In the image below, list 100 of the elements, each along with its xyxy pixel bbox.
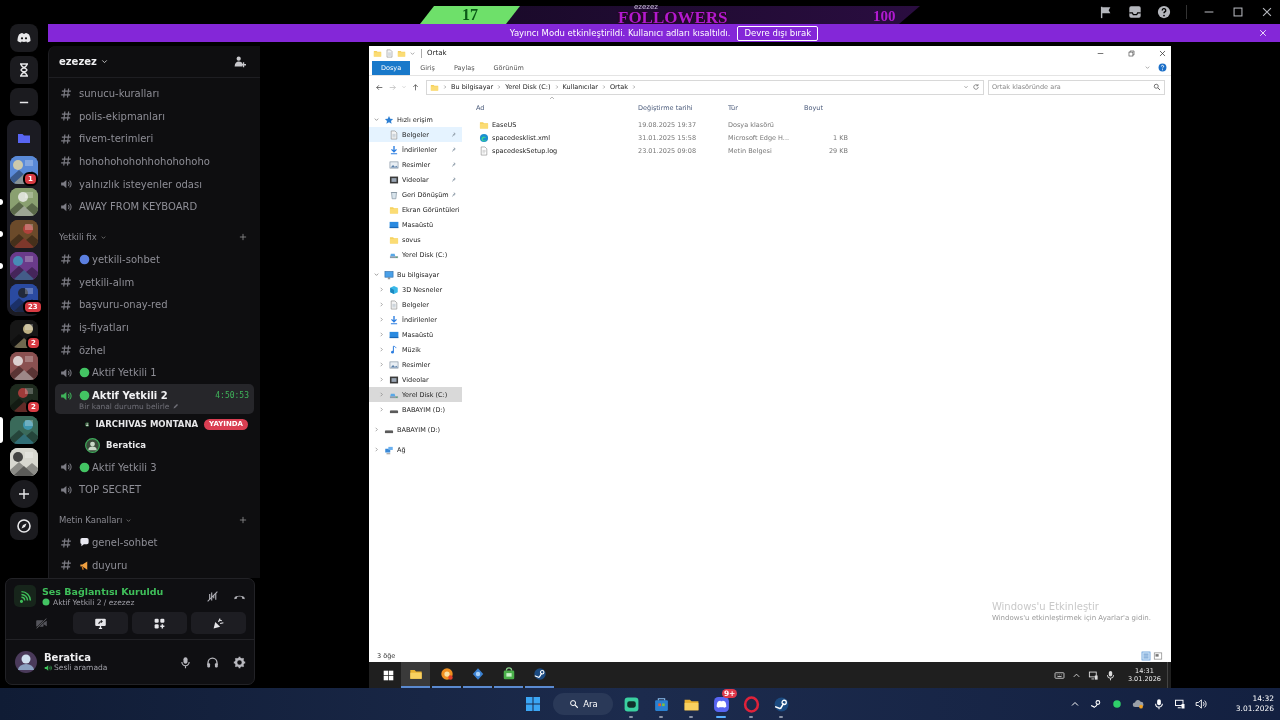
channel-item[interactable]: hohohohohohhohohohoho: [55, 150, 254, 173]
start-icon[interactable]: [525, 696, 542, 712]
up-icon[interactable]: [411, 82, 420, 92]
app-icon: [408, 667, 423, 681]
network-icon[interactable]: [1173, 698, 1186, 710]
channel-item[interactable]: genel-sohbet: [55, 531, 254, 554]
keyboard-icon[interactable]: [1053, 669, 1065, 681]
channel-item[interactable]: Aktif Yetkili 1: [55, 361, 254, 385]
channel-item[interactable]: duyuru: [55, 554, 254, 577]
channel-item[interactable]: fivem-terimleri: [55, 127, 254, 151]
channel-item[interactable]: özhel: [55, 338, 254, 362]
star-icon: [384, 114, 394, 125]
mic-icon[interactable]: [1104, 669, 1116, 681]
close-icon[interactable]: [1258, 28, 1268, 38]
text-file-icon: [479, 145, 489, 156]
steam-icon[interactable]: [1089, 698, 1102, 710]
chevron-icon: [600, 84, 607, 90]
screen-share-button[interactable]: [73, 612, 128, 634]
channel-item[interactable]: iş-fiyatları: [55, 316, 254, 339]
search-icon: [1153, 83, 1161, 91]
category-header[interactable]: Yetkili fix: [59, 232, 107, 243]
server-button[interactable]: [10, 56, 38, 84]
channel-item[interactable]: başvuru-onay-red: [55, 293, 254, 317]
pencil-icon[interactable]: [172, 402, 181, 411]
speaker-icon: [44, 663, 52, 672]
back-icon[interactable]: [375, 82, 384, 92]
soundboard-button[interactable]: [191, 612, 246, 634]
network-icon[interactable]: [1087, 669, 1099, 681]
activities-button[interactable]: [132, 612, 187, 634]
start-icon[interactable]: [382, 669, 394, 681]
flag-icon[interactable]: [1099, 5, 1113, 19]
server-button[interactable]: [10, 384, 38, 412]
mic-icon[interactable]: [1152, 698, 1165, 710]
recycle-bin-icon: [389, 189, 399, 200]
chevron-icon: [99, 233, 107, 241]
plus-icon[interactable]: [238, 232, 248, 243]
close-icon[interactable]: [1260, 5, 1274, 19]
speech-bubble-icon: [79, 537, 90, 549]
server-button[interactable]: [10, 188, 38, 216]
search-box[interactable]: Ara: [553, 693, 614, 715]
opera-icon: [742, 695, 760, 713]
download-icon: [389, 144, 399, 155]
channel-item[interactable]: AWAY FROM KEYBOARD: [55, 195, 254, 219]
status-icon[interactable]: [1110, 698, 1123, 710]
hash-icon: [60, 536, 72, 549]
channel-item[interactable]: yetkili-sohbet: [55, 248, 254, 271]
server-button[interactable]: [10, 448, 38, 476]
hash-icon: [60, 155, 72, 168]
pictures-icon: [389, 359, 399, 370]
plus-icon[interactable]: [238, 515, 248, 526]
mic-icon[interactable]: [179, 655, 192, 669]
category-header[interactable]: Metin Kanalları: [59, 515, 133, 526]
settings-icon[interactable]: [233, 655, 246, 669]
add-server-button[interactable]: [10, 480, 38, 508]
discover-button[interactable]: [10, 512, 38, 540]
channel-item[interactable]: sunucu-kuralları: [55, 82, 254, 105]
hash-icon: [60, 559, 72, 572]
member-name[interactable]: IARCHIVAS MONTANA: [95, 419, 199, 430]
cloud-icon[interactable]: [1131, 698, 1144, 710]
disable-button[interactable]: Devre dışı bırak: [737, 25, 819, 41]
app-icon: [470, 667, 485, 681]
volume-icon[interactable]: [1194, 698, 1207, 710]
hash-icon: [60, 253, 72, 266]
discord-icon: [712, 695, 730, 713]
help-icon[interactable]: [1158, 63, 1167, 72]
taskbar-app[interactable]: [401, 662, 430, 688]
store-icon: [652, 695, 670, 713]
channel-item[interactable]: yetkili-alım: [55, 270, 254, 294]
browser-file-icon: [479, 132, 489, 143]
channel-item[interactable]: polis-ekipmanları: [55, 104, 254, 128]
close-icon[interactable]: [1158, 48, 1167, 58]
channel-item[interactable]: yalnızlık isteyenler odası: [55, 172, 254, 196]
channel-item[interactable]: TOP SECRET: [55, 478, 254, 502]
help-icon[interactable]: [1157, 5, 1171, 19]
direct-messages-button[interactable]: [10, 24, 38, 52]
server-button[interactable]: [10, 352, 38, 380]
user-avatar[interactable]: [14, 650, 38, 674]
noise-suppression-icon[interactable]: [206, 589, 219, 603]
tiles-view-icon[interactable]: [1153, 651, 1163, 661]
server-name[interactable]: ezezez: [59, 56, 109, 67]
restore-icon[interactable]: [1127, 48, 1136, 58]
video-icon: [389, 374, 399, 385]
soundboard-icon: [212, 616, 225, 630]
channel-name: fivem-terimleri: [79, 133, 154, 145]
channel-name: özhel: [79, 344, 106, 356]
maximize-icon[interactable]: [1231, 5, 1245, 19]
channel-name: hohohohohohhohohohoho: [79, 155, 210, 167]
headphones-icon[interactable]: [206, 655, 219, 669]
invite-icon[interactable]: [233, 55, 246, 68]
server-button[interactable]: [10, 416, 38, 444]
member-name[interactable]: Beratica: [106, 440, 146, 451]
megaphone-icon: [79, 559, 90, 571]
sort-caret-icon: [548, 94, 556, 102]
overlay-title: FOLLOWERS: [618, 9, 728, 26]
channel-name: duyuru: [92, 559, 128, 571]
refresh-icon[interactable]: [972, 83, 980, 91]
inbox-icon[interactable]: [1128, 5, 1142, 19]
avatar: [85, 437, 100, 453]
desktop-icon: [389, 329, 399, 340]
channel-item[interactable]: Aktif Yetkili 3: [55, 455, 254, 479]
